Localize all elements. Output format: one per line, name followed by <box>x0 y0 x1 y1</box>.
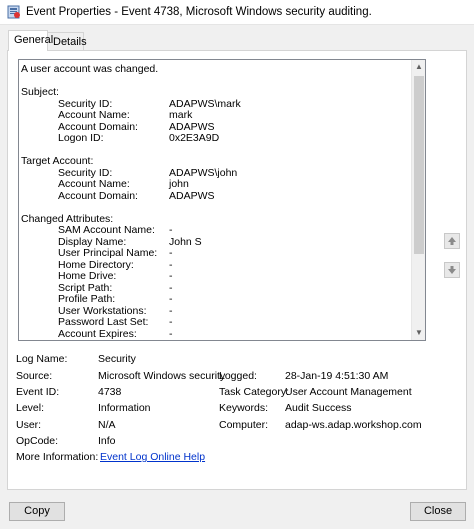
general-panel: A user account was changed. Subject: Secur… <box>7 50 467 490</box>
description-value: john <box>169 178 189 190</box>
event-viewer-icon <box>7 5 21 19</box>
level-label: Level: <box>16 402 45 414</box>
logged-label: Logged: <box>219 370 257 382</box>
computer-value: adap-ws.adap.workshop.com <box>285 419 422 431</box>
opcode-value: Info <box>98 435 116 447</box>
description-line: User Principal Name: - <box>21 247 406 260</box>
source-label: Source: <box>16 370 53 382</box>
previous-event-button[interactable] <box>444 233 460 249</box>
description-line: Home Drive: - <box>21 270 406 283</box>
event-id-label: Event ID: <box>16 386 60 398</box>
description-key: Password Last Set: <box>58 316 149 328</box>
description-key: Account Domain: <box>58 189 138 202</box>
description-line: Logon ID: 0x2E3A9D <box>21 132 406 145</box>
description-line: Subject: <box>21 86 406 99</box>
user-value: N/A <box>98 419 116 431</box>
description-value: John S <box>169 235 202 248</box>
description-line: Account Name: john <box>21 178 406 191</box>
description-line: SAM Account Name: - <box>21 224 406 237</box>
tab-details[interactable]: Details <box>48 32 87 52</box>
event-log-online-help-link[interactable]: Event Log Online Help <box>100 451 205 463</box>
computer-label: Computer: <box>219 419 269 431</box>
opcode-row: OpCode: Info <box>16 435 456 449</box>
source-value: Microsoft Windows security <box>98 370 226 382</box>
log-name-value: Security <box>98 353 136 365</box>
copy-button[interactable]: Copy <box>9 502 65 521</box>
more-information-label: More Information: <box>16 451 99 463</box>
tab-general[interactable]: General <box>8 30 53 51</box>
log-name-label: Log Name: <box>16 353 68 365</box>
description-key: User Principal Name: <box>58 247 158 259</box>
task-category-value: User Account Management <box>285 386 412 398</box>
task-category-label: Task Category: <box>219 386 290 398</box>
event-description-box[interactable]: A user account was changed. Subject: Secur… <box>18 59 426 341</box>
description-value: - <box>169 316 173 328</box>
description-scrollbar[interactable]: ▲ ▼ <box>411 60 425 340</box>
opcode-label: OpCode: <box>16 435 59 447</box>
description-key: Account Name: <box>58 178 130 190</box>
description-line: Profile Path: - <box>21 293 406 306</box>
description-line: Account Name: mark <box>21 109 406 122</box>
description-value: - <box>169 339 173 340</box>
arrow-up-icon <box>448 237 456 245</box>
description-key: SAM Account Name: <box>58 224 155 236</box>
title-bar: Event Properties - Event 4738, Microsoft… <box>0 0 474 25</box>
description-key: Home Drive: <box>58 270 117 282</box>
keywords-label: Keywords: <box>219 402 269 414</box>
description-line: Target Account: <box>21 155 406 168</box>
description-value: - <box>169 224 173 236</box>
level-value: Information <box>98 402 151 414</box>
scroll-up-arrow-icon[interactable]: ▲ <box>412 60 425 74</box>
next-event-button[interactable] <box>444 262 460 278</box>
more-information-row: More Information: Event Log Online Help <box>16 451 456 465</box>
arrow-down-icon <box>448 266 456 274</box>
event-id-value: 4738 <box>98 386 122 398</box>
level-row: Level: Information Keywords: Audit Succe… <box>16 402 456 416</box>
close-button[interactable]: Close <box>410 502 466 521</box>
description-line: Password Last Set: - <box>21 316 406 329</box>
description-key: Logon ID: <box>58 132 104 144</box>
description-line <box>21 76 406 88</box>
scroll-down-arrow-icon[interactable]: ▼ <box>412 326 425 340</box>
description-line: Primary Group ID: - <box>58 339 173 340</box>
source-row: Source: Microsoft Windows security Logge… <box>16 370 456 384</box>
description-key: Target Account: <box>21 155 94 167</box>
description-key: Primary Group ID: <box>58 339 143 340</box>
logged-value: 28-Jan-19 4:51:30 AM <box>285 370 389 382</box>
description-value: - <box>169 247 173 259</box>
description-line: A user account was changed. <box>21 63 406 76</box>
scrollbar-thumb[interactable] <box>414 76 424 254</box>
description-value: ADAPWS <box>169 189 215 202</box>
window-title: Event Properties - Event 4738, Microsoft… <box>26 6 372 18</box>
description-line <box>21 202 406 214</box>
description-value: mark <box>169 109 193 121</box>
user-label: User: <box>16 419 42 431</box>
description-key: Account Name: <box>58 109 130 121</box>
event-id-row: Event ID: 4738 Task Category: User Accou… <box>16 386 456 400</box>
description-value: 0x2E3A9D <box>169 132 220 144</box>
event-description-text: A user account was changed. Subject: Secur… <box>21 63 406 340</box>
description-key: Subject: <box>21 86 59 98</box>
description-value: - <box>169 293 173 305</box>
description-line: Account Domain: ADAPWS <box>21 189 406 203</box>
description-key: Profile Path: <box>58 293 116 305</box>
keywords-value: Audit Success <box>285 402 352 414</box>
log-name-row: Log Name: Security <box>16 353 456 367</box>
user-row: User: N/A Computer: adap-ws.adap.worksho… <box>16 419 456 433</box>
description-key: A user account was changed. <box>21 63 159 75</box>
description-value: - <box>169 270 173 282</box>
